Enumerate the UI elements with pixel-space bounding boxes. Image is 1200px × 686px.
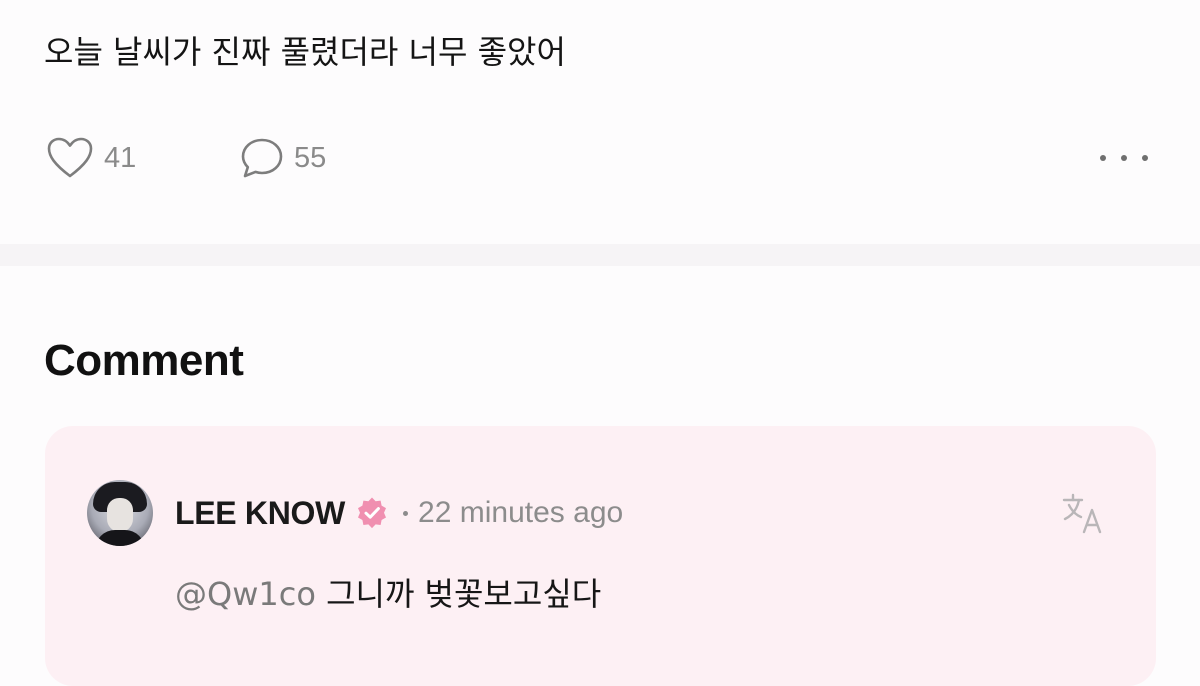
meta-separator <box>403 510 409 516</box>
comment-header: LEE KNOW 22 minutes ago <box>175 492 623 534</box>
author-name[interactable]: LEE KNOW <box>175 495 345 532</box>
comment-card[interactable]: LEE KNOW 22 minutes ago @Qw1co 그니까 벚꽃보고싶… <box>45 426 1156 686</box>
avatar[interactable] <box>87 480 153 546</box>
more-dot <box>1100 155 1106 161</box>
avatar-face <box>107 498 133 532</box>
more-options-button[interactable] <box>1100 146 1148 170</box>
verified-badge-icon <box>358 497 387 529</box>
comment-text: @Qw1co 그니까 벚꽃보고싶다 <box>175 572 601 616</box>
post-actions: 41 55 <box>0 130 1200 186</box>
like-count: 41 <box>104 141 137 174</box>
comment-body: 그니까 벚꽃보고싶다 <box>326 575 602 613</box>
heart-outline-icon <box>47 137 93 178</box>
avatar-body <box>95 530 145 546</box>
comment-timestamp: 22 minutes ago <box>418 496 624 529</box>
translate-icon[interactable] <box>1060 490 1108 538</box>
chat-bubble-icon <box>241 138 283 178</box>
more-dot <box>1121 155 1127 161</box>
comment-button[interactable]: 55 <box>240 130 326 186</box>
like-button[interactable]: 41 <box>46 130 136 186</box>
comment-section-title: Comment <box>44 336 244 385</box>
more-dot <box>1142 155 1148 161</box>
mention-link[interactable]: @Qw1co <box>175 575 316 613</box>
post-text: 오늘 날씨가 진짜 풀렸더라 너무 좋았어 <box>44 33 566 71</box>
comment-count: 55 <box>294 141 327 174</box>
section-divider <box>0 244 1200 266</box>
